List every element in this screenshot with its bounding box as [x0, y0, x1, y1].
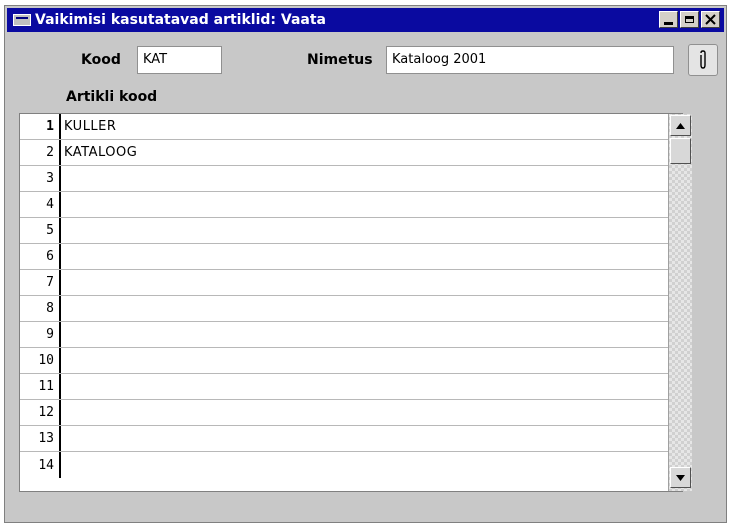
scroll-up-button[interactable] [670, 115, 691, 136]
paperclip-icon [700, 50, 706, 69]
window: Vaikimisi kasutatavad artiklid: Vaata Ko… [4, 5, 727, 523]
table-row[interactable]: 1 KULLER [20, 114, 682, 140]
table-row[interactable]: 7 [20, 270, 682, 296]
scroll-thumb[interactable] [670, 138, 691, 164]
row-number: 5 [46, 223, 54, 238]
column-header-item-code: Artikli kood [66, 89, 158, 105]
maximize-button[interactable] [680, 11, 699, 28]
table-row[interactable]: 12 [20, 400, 682, 426]
name-label: Nimetus [307, 52, 373, 68]
minimize-button[interactable] [659, 11, 678, 28]
row-number: 7 [46, 275, 54, 290]
window-title: Vaikimisi kasutatavad artiklid: Vaata [35, 12, 326, 28]
item-code-cell[interactable]: KULLER [64, 119, 116, 134]
row-number: 3 [46, 171, 54, 186]
table-row[interactable]: 9 [20, 322, 682, 348]
title-bar[interactable]: Vaikimisi kasutatavad artiklid: Vaata [7, 8, 724, 32]
row-number: 9 [46, 327, 54, 342]
table-row[interactable]: 6 [20, 244, 682, 270]
row-number: 12 [38, 405, 54, 420]
row-number: 14 [38, 457, 54, 473]
row-number: 10 [38, 353, 54, 368]
table-row[interactable]: 3 [20, 166, 682, 192]
table-row[interactable]: 5 [20, 218, 682, 244]
row-number: 2 [46, 145, 54, 160]
scroll-up-arrow-icon [676, 122, 685, 129]
name-field[interactable]: Kataloog 2001 [386, 46, 674, 74]
row-number: 6 [46, 249, 54, 264]
vertical-scrollbar[interactable] [668, 114, 692, 491]
table-row[interactable]: 14 [20, 452, 682, 478]
table-row[interactable]: 10 [20, 348, 682, 374]
table-row[interactable]: 8 [20, 296, 682, 322]
row-number: 13 [38, 431, 54, 446]
table-row[interactable]: 4 [20, 192, 682, 218]
code-field[interactable]: KAT [137, 46, 222, 74]
row-number: 1 [46, 119, 54, 134]
item-code-cell[interactable]: KATALOOG [64, 145, 137, 160]
table-row[interactable]: 2 KATALOOG [20, 140, 682, 166]
close-button[interactable] [701, 11, 720, 28]
row-number: 4 [46, 197, 54, 212]
table-row[interactable]: 11 [20, 374, 682, 400]
row-number: 8 [46, 301, 54, 316]
items-grid[interactable]: 1 KULLER 2 KATALOOG 3 4 5 6 7 8 9 10 11 … [19, 113, 683, 492]
window-menu-icon[interactable] [13, 14, 31, 26]
attachment-button[interactable] [688, 44, 718, 76]
row-number: 11 [38, 379, 54, 394]
code-label: Kood [81, 52, 121, 68]
table-row[interactable]: 13 [20, 426, 682, 452]
scroll-down-arrow-icon [676, 474, 685, 481]
close-icon [705, 14, 716, 25]
scroll-down-button[interactable] [670, 467, 691, 488]
